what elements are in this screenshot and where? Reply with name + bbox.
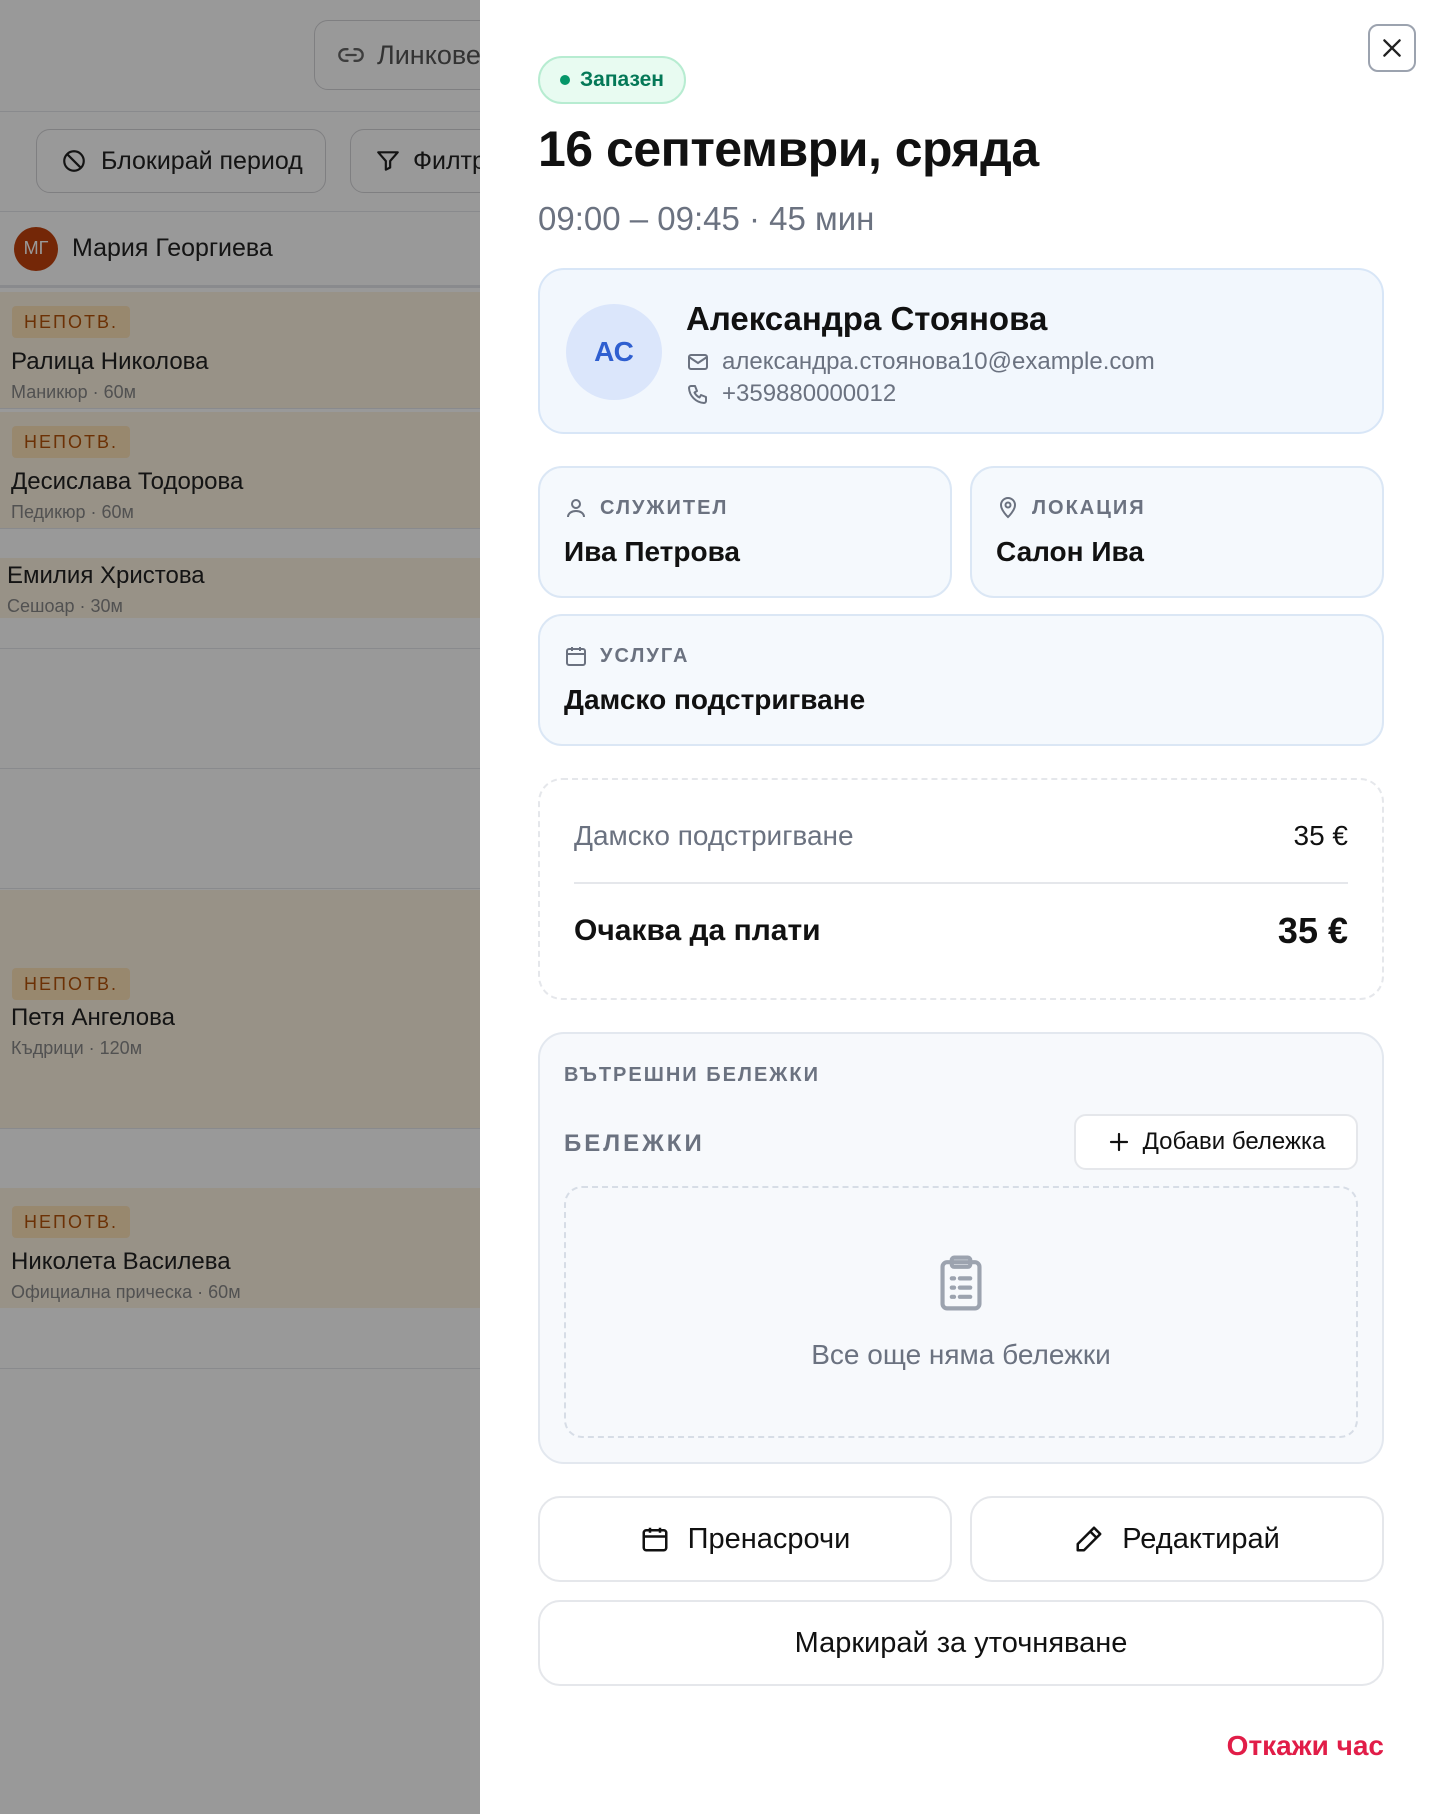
mark-for-clarification-button[interactable]: Маркирай за уточняване — [538, 1600, 1384, 1686]
location-card: ЛОКАЦИЯ Салон Ива — [970, 466, 1384, 598]
notes-empty-text: Все още няма бележки — [811, 1339, 1111, 1370]
service-label: УСЛУГА — [600, 644, 690, 667]
price-total-label: Очаква да плати — [574, 914, 821, 947]
location-label: ЛОКАЦИЯ — [1032, 496, 1146, 519]
staff-label: СЛУЖИТЕЛ — [600, 496, 729, 519]
status-label: Запазен — [580, 68, 664, 91]
reschedule-label: Пренасрочи — [687, 1522, 851, 1555]
staff-label-row: СЛУЖИТЕЛ — [564, 496, 728, 520]
phone-icon — [688, 385, 707, 404]
service-value: Дамско подстригване — [564, 684, 866, 715]
plus-icon — [1109, 1132, 1128, 1152]
appointment-drawer: Запазен 16 септември, сряда 09:00 – 09:4… — [480, 0, 1440, 1814]
client-card[interactable]: АС Александра Стоянова александра.стояно… — [538, 268, 1384, 434]
edit-button[interactable]: Редактирай — [970, 1496, 1384, 1582]
price-item-value: 35 € — [1293, 820, 1349, 851]
map-pin-icon — [999, 497, 1017, 519]
price-item-row: Дамско подстригване 35 € — [574, 820, 1348, 852]
location-value: Салон Ива — [996, 536, 1144, 567]
price-total-row: Очаква да плати 35 € — [574, 910, 1348, 952]
price-summary: Дамско подстригване 35 € Очаква да плати… — [538, 778, 1384, 1000]
mail-icon — [688, 354, 708, 370]
status-badge: Запазен — [538, 56, 686, 104]
appointment-time: 09:00 – 09:45 · 45 мин — [538, 200, 875, 237]
internal-notes: ВЪТРЕШНИ БЕЛЕЖКИ БЕЛЕЖКИ Добави бележка … — [538, 1032, 1384, 1464]
page-title: 16 септември, сряда — [538, 121, 1039, 177]
price-item-name: Дамско подстригване — [574, 820, 854, 851]
staff-value: Ива Петрова — [564, 536, 740, 567]
reschedule-button[interactable]: Пренасрочи — [538, 1496, 952, 1582]
pencil-icon — [1076, 1526, 1102, 1552]
close-icon — [1383, 39, 1401, 57]
modal-overlay[interactable] — [0, 0, 480, 1814]
calendar-icon — [642, 1527, 668, 1552]
location-label-row: ЛОКАЦИЯ — [996, 496, 1146, 520]
cancel-appointment-button[interactable]: Откажи час — [1227, 1730, 1384, 1762]
staff-card: СЛУЖИТЕЛ Ива Петрова — [538, 466, 952, 598]
user-icon — [567, 499, 585, 518]
add-note-button[interactable]: Добави бележка — [1074, 1114, 1358, 1170]
close-button[interactable] — [1368, 24, 1416, 72]
service-label-row: УСЛУГА — [564, 644, 689, 668]
client-name: Александра Стоянова — [686, 300, 1048, 337]
calendar-icon — [566, 647, 586, 666]
add-note-label: Добави бележка — [1142, 1128, 1326, 1155]
edit-label: Редактирай — [1122, 1522, 1280, 1555]
client-email-row[interactable]: александра.стоянова10@example.com — [686, 348, 1155, 376]
price-total-value: 35 € — [1277, 910, 1348, 951]
calendar-background: Линкове Блокирай период Филтри МГ Мария … — [0, 0, 480, 1814]
client-phone-row[interactable]: +359880000012 — [686, 380, 896, 408]
status-dot-icon — [560, 75, 570, 85]
client-email: александра.стоянова10@example.com — [722, 348, 1155, 375]
notes-empty-state: Все още няма бележки — [564, 1186, 1358, 1438]
notes-subtitle: БЕЛЕЖКИ — [564, 1130, 705, 1157]
client-phone: +359880000012 — [722, 380, 897, 407]
price-divider — [574, 882, 1348, 884]
service-card: УСЛУГА Дамско подстригване — [538, 614, 1384, 746]
clipboard-icon — [940, 1255, 982, 1311]
mark-label: Маркирай за уточняване — [794, 1626, 1128, 1659]
notes-section-title: ВЪТРЕШНИ БЕЛЕЖКИ — [564, 1064, 820, 1086]
client-avatar: АС — [566, 304, 662, 400]
